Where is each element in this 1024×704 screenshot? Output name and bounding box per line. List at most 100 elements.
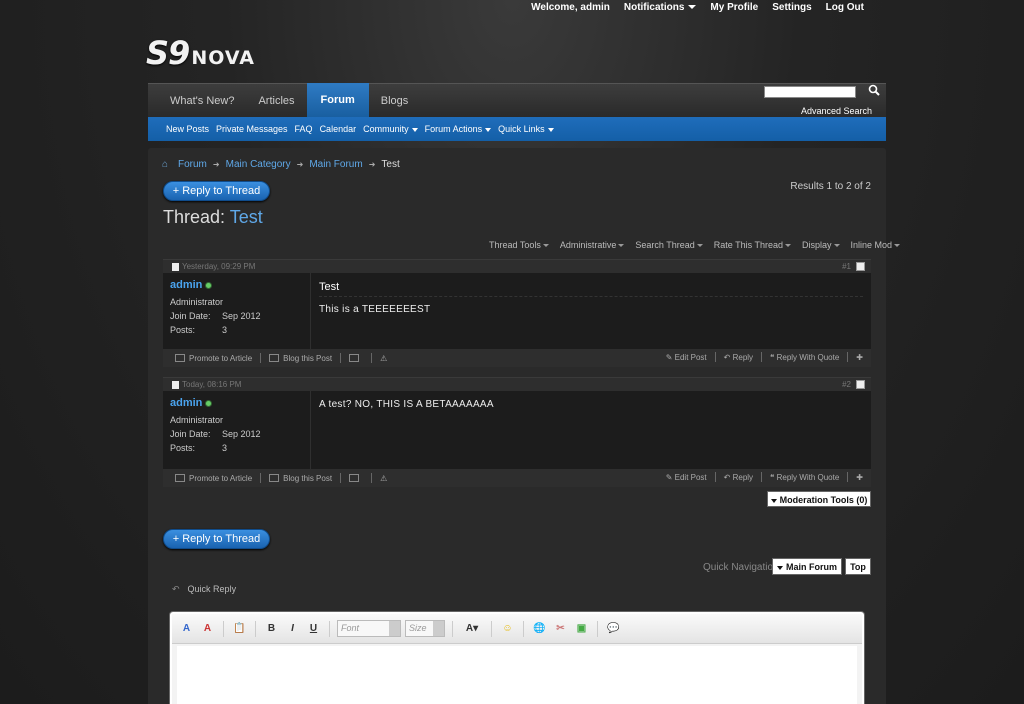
post-select-checkbox[interactable] — [856, 380, 865, 389]
display-menu[interactable]: Display — [802, 240, 840, 250]
settings-link[interactable]: Settings — [772, 2, 811, 13]
search-icon[interactable] — [868, 84, 882, 98]
search-thread-menu[interactable]: Search Thread — [635, 240, 703, 250]
administrative-menu[interactable]: Administrative — [560, 240, 625, 250]
nav-tabs: What's New? Articles Forum Blogs — [158, 83, 421, 118]
welcome-username[interactable]: admin — [580, 2, 609, 13]
subnav-community[interactable]: Community — [363, 124, 418, 134]
user-info: admin Administrator Join Date: Sep 2012 P… — [163, 391, 311, 469]
inline-mod-menu[interactable]: Inline Mod — [851, 240, 901, 250]
online-status-icon — [205, 281, 213, 289]
post-message: This is a TEEEEEEEST — [319, 304, 431, 315]
font-select[interactable]: Font — [337, 620, 401, 637]
promote-to-article-button[interactable]: Promote to Article — [175, 474, 252, 483]
thread-tools-menu[interactable]: Thread Tools — [489, 240, 549, 250]
notifications-menu[interactable]: Notifications — [624, 2, 697, 13]
chevron-down-icon — [411, 127, 418, 132]
home-icon[interactable]: ⌂ — [162, 159, 172, 170]
blog-this-post-button[interactable]: Blog this Post — [269, 474, 332, 483]
font-color-reset-icon[interactable]: A — [199, 620, 216, 637]
size-select[interactable]: Size — [405, 620, 445, 637]
logout-link[interactable]: Log Out — [826, 2, 864, 13]
subnav-calendar[interactable]: Calendar — [320, 124, 357, 134]
subnav-faq[interactable]: FAQ — [295, 124, 313, 134]
subnav-quick-links[interactable]: Quick Links — [498, 124, 554, 134]
rate-thread-menu[interactable]: Rate This Thread — [714, 240, 791, 250]
reply-to-thread-button-bottom[interactable]: + Reply to Thread — [163, 529, 270, 549]
edit-post-button[interactable]: ✎ Edit Post — [666, 353, 707, 362]
site-logo[interactable]: S9 NOVA — [146, 34, 255, 72]
subnav-forum-actions[interactable]: Forum Actions — [425, 124, 492, 134]
bold-icon[interactable]: B — [263, 620, 280, 637]
tab-forum[interactable]: Forum — [306, 83, 369, 118]
breadcrumb-forum[interactable]: Forum — [178, 159, 207, 170]
search-input[interactable] — [764, 86, 856, 98]
breadcrumb-main-category[interactable]: Main Category — [226, 159, 291, 170]
chevron-down-icon — [833, 244, 840, 248]
divider — [761, 472, 763, 482]
chevron-down-icon — [485, 127, 492, 132]
blog-this-post-button[interactable]: Blog this Post — [269, 354, 332, 363]
post-count: Posts: 3 — [170, 325, 228, 335]
edit-post-button[interactable]: ✎ Edit Post — [666, 473, 707, 482]
tab-articles[interactable]: Articles — [246, 84, 306, 118]
main-navbar: What's New? Articles Forum Blogs Advance… — [148, 83, 886, 118]
divider — [523, 620, 524, 637]
remove-format-icon[interactable]: A — [178, 620, 195, 637]
italic-icon[interactable]: I — [284, 620, 301, 637]
report-icon[interactable] — [349, 354, 360, 362]
subnav-private-messages[interactable]: Private Messages — [216, 124, 288, 134]
breadcrumb-main-forum[interactable]: Main Forum — [309, 159, 362, 170]
multiquote-icon[interactable]: ✚ — [856, 473, 863, 482]
post-body: admin Administrator Join Date: Sep 2012 P… — [163, 391, 871, 469]
breadcrumb-current: Test — [381, 159, 400, 170]
reply-to-thread-button[interactable]: + Reply to Thread — [163, 181, 270, 201]
article-icon — [175, 354, 185, 363]
online-status-icon — [205, 399, 213, 407]
chevron-down-icon — [894, 244, 901, 248]
text-color-icon[interactable]: A▾ — [460, 620, 484, 637]
quote-icon: ❝ — [770, 352, 775, 362]
report-icon[interactable] — [349, 474, 360, 482]
paste-icon[interactable]: 📋 — [231, 620, 248, 637]
divider — [223, 620, 224, 637]
reply-with-quote-button[interactable]: ❝ Reply With Quote — [770, 353, 839, 362]
logo-main-text: S9 — [146, 34, 190, 72]
my-profile-link[interactable]: My Profile — [710, 2, 758, 13]
reply-with-quote-button[interactable]: ❝ Reply With Quote — [770, 473, 839, 482]
advanced-search-link[interactable]: Advanced Search — [801, 106, 872, 116]
post: Today, 08:16 PM #2 admin Administrator J… — [163, 377, 871, 487]
divider — [340, 353, 342, 363]
post-select-checkbox[interactable] — [856, 262, 865, 271]
tab-whats-new[interactable]: What's New? — [158, 84, 246, 118]
post-number[interactable]: #1 — [842, 262, 851, 271]
quick-reply-header[interactable]: ↶ Quick Reply — [172, 584, 236, 595]
reply-button[interactable]: ↶ Reply — [724, 473, 753, 482]
chevron-down-icon — [785, 244, 791, 248]
reply-icon: ↶ — [172, 584, 180, 594]
reply-button[interactable]: ↶ Reply — [724, 353, 753, 362]
editor-textarea[interactable] — [177, 646, 857, 704]
post-number[interactable]: #2 — [842, 380, 851, 389]
image-icon[interactable]: ▣ — [573, 620, 590, 637]
subnav-new-posts[interactable]: New Posts — [166, 124, 209, 134]
warning-icon[interactable]: ⚠ — [380, 474, 387, 483]
post-username[interactable]: admin — [170, 397, 303, 409]
quote-icon[interactable]: 💬 — [605, 620, 622, 637]
tab-blogs[interactable]: Blogs — [369, 84, 421, 118]
article-icon — [175, 474, 185, 483]
smiley-icon[interactable]: ☺ — [499, 620, 516, 637]
warning-icon[interactable]: ⚠ — [380, 354, 387, 363]
post-body: admin Administrator Join Date: Sep 2012 P… — [163, 273, 871, 349]
promote-to-article-button[interactable]: Promote to Article — [175, 354, 252, 363]
post-doc-icon — [172, 262, 179, 271]
post-username[interactable]: admin — [170, 279, 303, 291]
divider — [371, 473, 373, 483]
multiquote-icon[interactable]: ✚ — [856, 353, 863, 362]
underline-icon[interactable]: U — [305, 620, 322, 637]
unlink-icon[interactable]: ✂ — [552, 620, 569, 637]
quick-nav-forum-select[interactable]: Main Forum — [772, 558, 842, 575]
moderation-tools-button[interactable]: Moderation Tools (0) — [767, 491, 871, 507]
link-icon[interactable]: 🌐 — [531, 620, 548, 637]
top-button[interactable]: Top — [845, 558, 871, 575]
